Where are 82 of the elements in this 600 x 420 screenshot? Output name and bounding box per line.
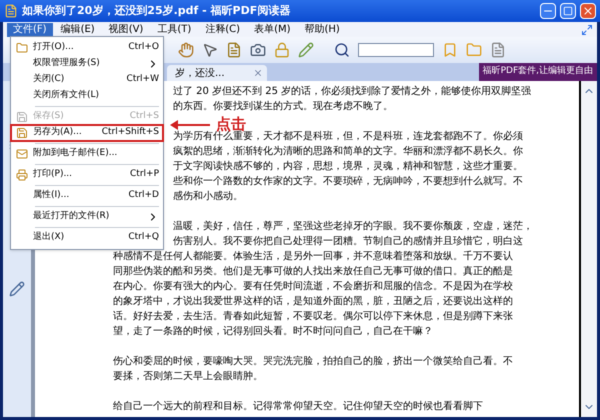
fullscreen-icon[interactable] [581, 24, 593, 36]
menu-entry[interactable]: 打印(P)... Ctrl+P [11, 167, 163, 183]
promo-banner[interactable]: 福昕PDF套件,让编辑更自由 [478, 63, 597, 81]
maximize-icon [563, 6, 573, 16]
menu-entry-icon [16, 148, 28, 160]
menu-entry-label: 关闭所有文件(L) [33, 89, 100, 102]
menu-entry[interactable]: 打开(O)... Ctrl+O [11, 40, 163, 56]
close-icon [582, 5, 594, 17]
menu-entry-icon [16, 127, 28, 139]
menu-entry-label: 打开(O)... [33, 41, 75, 54]
close-button[interactable] [580, 3, 596, 19]
text-line: 种感情不是任何人都能要。体验生活，是另外一回事，并不意味着堕落和放纵。千万不要认 [113, 250, 513, 264]
text-line: 伤害别人。我不要你把自己处理得一团糟。节制自己的感情并且珍惜它，明白这 [173, 234, 523, 249]
menu-item[interactable]: 帮助(H) [298, 22, 346, 36]
pencil-icon[interactable] [298, 42, 314, 58]
menu-entry[interactable]: 属性(I)... Ctrl+D [11, 188, 163, 204]
text-line: 给自己一个远大的前程和目标。记得常常仰望天空。记住仰望天空的时候也看看脚下 [113, 400, 483, 414]
shortcut-label: Ctrl+W [126, 73, 159, 86]
menu-entry-label: 最近打开的文件(R) [33, 210, 110, 224]
menu-entry-icon [16, 42, 28, 54]
text-line: 过了 20 岁但还不到 25 岁的话，你必须找到除了爱情之外，能够使你用双脚坚强 [173, 84, 532, 99]
menu-entry-label: 退出(X) [33, 231, 66, 244]
shortcut-label: Ctrl+Q [128, 231, 159, 244]
camera-icon[interactable] [250, 42, 266, 58]
menu-entry-icon [16, 169, 28, 181]
search-field[interactable] [358, 43, 434, 57]
menu-item[interactable]: 编辑(E) [54, 22, 101, 36]
menu-entry-label: 属性(I)... [33, 189, 70, 202]
close-tab-icon[interactable] [253, 68, 263, 78]
arrow-icon [170, 120, 210, 130]
menu-entry[interactable]: 退出(X) Ctrl+Q [11, 230, 163, 246]
document-icon[interactable] [226, 42, 242, 58]
menu-entry-label: 另存为(A)... [33, 126, 83, 140]
menu-entry-label: 打印(P)... [33, 168, 74, 182]
menu-item[interactable]: 视图(V) [102, 22, 150, 36]
menu-entry[interactable]: 另存为(A)... Ctrl+Shift+S [11, 125, 163, 141]
text-line: 疯絮的思绪，渐渐转化为清晰的思路和简单的文字。华丽和漂浮都不易长久。你 [173, 144, 523, 159]
app-icon [4, 4, 18, 18]
text-line: 同那些伪装的酷和另类。他们是无事可做的人找出来放任自己无事可做的借口。真正的酷是 [113, 264, 513, 279]
menu-entry-label: 附加到电子邮件(E)... [33, 147, 118, 160]
text-line: 为学历有什么重要，天才都不是科班，但，不是科班，连龙套都跑不了。你必须 [173, 130, 523, 144]
maximize-button[interactable] [560, 3, 576, 19]
text-line: 的象牙塔中，才说出我爱世界这样的话，是知道外面的黑，脏，丑陋之后，还要说出这样的 [113, 294, 513, 309]
menu-entry-label: 关闭(C) [33, 73, 66, 86]
menu-entry[interactable]: 附加到电子邮件(E)... [11, 146, 163, 162]
annotation-label: 点击 [216, 117, 246, 132]
shortcut-label: Ctrl+Shift+S [102, 126, 159, 140]
pencil-icon[interactable] [9, 281, 25, 297]
text-line: 在内心。你要有强大的内心。要有任凭时间流逝，不会磨折和屈服的信念。不是因为在学校 [113, 280, 513, 294]
menu-item[interactable]: 表单(M) [248, 22, 296, 36]
tab-label: 岁，还没... [175, 66, 225, 80]
text-line: 感伤和小感动。 [173, 190, 243, 204]
menu-entry[interactable]: 关闭(C) Ctrl+W [11, 72, 163, 88]
document-tab[interactable]: 岁，还没... [167, 65, 267, 81]
text-line: 些和你一个路数的女作家的文字。不要琐碎，无病呻吟，不要想到什么就写。不 [173, 174, 523, 189]
menu-entry-label: 保存(S) [33, 110, 65, 124]
pointer-icon[interactable] [202, 42, 218, 58]
menu-entry-label: 权限管理服务(S) [33, 57, 101, 70]
hand-icon[interactable] [178, 42, 194, 58]
shortcut-label: Ctrl+P [130, 168, 159, 182]
text-line: 望，走了一条路的时候，记得别回头看。时不时问问自己，自己在干嘛？ [113, 324, 433, 339]
text-line: 话。好好去爱，去生活。青春如此短暂，不要叹老。偶尔可以停下来休息，但是别蹲下来张 [113, 310, 513, 324]
menu-item[interactable]: 注释(C) [199, 22, 246, 36]
menu-entry[interactable]: 关闭所有文件(L) [11, 88, 163, 104]
page-icon[interactable] [490, 42, 506, 58]
text-line: 要揉，否则第二天早上会眼睛肿。 [113, 370, 263, 384]
text-line: 温暖，美好，信任，尊严，坚强这些老掉牙的字眼。我不要你颓废，空虚，迷茫， [173, 220, 533, 234]
menu-entry[interactable]: 权限管理服务(S) [11, 56, 163, 72]
shortcut-label: Ctrl+S [130, 110, 159, 124]
text-line: 伤心和委屈的时候，要嚎啕大哭。哭完洗完脸，拍拍自己的脸，挤出一个微笑给自己看。不 [113, 354, 513, 369]
minimize-button[interactable] [540, 3, 556, 19]
menu-item[interactable]: 文件(F) [7, 22, 53, 36]
text-line: 的东西。你要找到谋生的方式。现在考虑不晚了。 [173, 100, 393, 114]
menu-entry[interactable]: 最近打开的文件(R) [11, 209, 163, 225]
menu-item[interactable]: 工具(T) [151, 22, 198, 36]
window-title: 如果你到了20岁，还没到25岁.pdf - 福昕PDF阅读器 [22, 2, 292, 19]
text-line: 于文字阅读快感不够的，内容，思想，境界，灵魂，精神和智慧，这些才重要。 [173, 160, 523, 174]
lock-icon[interactable] [274, 42, 290, 58]
menu-entry-icon [16, 111, 28, 123]
search-icon[interactable] [334, 42, 350, 58]
shortcut-label: Ctrl+O [128, 41, 159, 54]
shortcut-label: Ctrl+D [128, 189, 159, 202]
